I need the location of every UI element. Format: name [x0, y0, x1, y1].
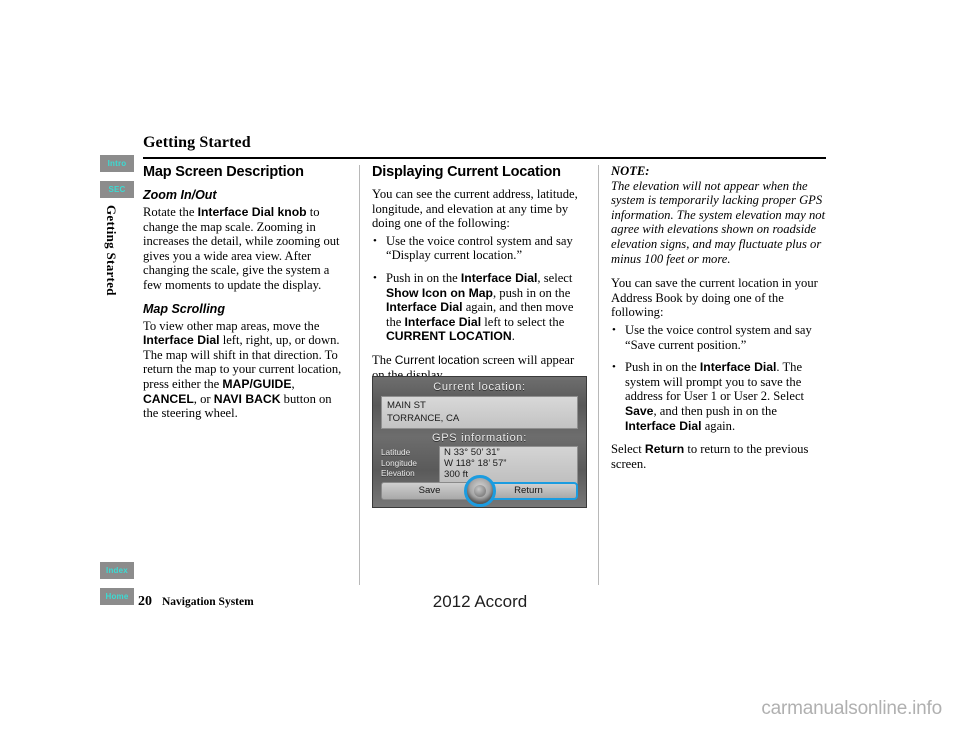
- paragraph-map-scrolling: To view other map areas, move the Interf…: [143, 319, 348, 421]
- term-interface-dial: Interface Dial: [699, 360, 777, 375]
- bullet2-pre: Push in on the: [386, 270, 461, 285]
- chapter-side-label-text: Getting Started: [104, 205, 119, 296]
- caption-screen-name: Current location: [394, 352, 480, 367]
- text-scroll-d: , or: [193, 391, 214, 406]
- section-heading-map-screen-description: Map Screen Description: [143, 164, 304, 180]
- column-divider-2: [598, 165, 599, 585]
- paragraph-save-location-intro: You can save the current location in you…: [611, 276, 818, 320]
- title-divider: [143, 157, 826, 159]
- sidebar-tab-sec[interactable]: SEC: [100, 181, 134, 198]
- list-item: Use the voice control system and say “Di…: [372, 234, 587, 263]
- term-interface-dial-2: Interface Dial: [625, 418, 702, 433]
- subheading-map-scrolling: Map Scrolling: [143, 301, 225, 316]
- paragraph-return-closing: Select Return to return to the previous …: [611, 442, 826, 471]
- sidebar-tab-index[interactable]: Index: [100, 562, 134, 579]
- navigation-screen-figure: Current location: MAIN ST TORRANCE, CA G…: [372, 376, 587, 508]
- closing-pre: Select: [611, 442, 645, 457]
- term-cancel: CANCEL: [143, 391, 194, 406]
- page-title: Getting Started: [143, 134, 251, 151]
- term-return: Return: [644, 442, 685, 457]
- term-interface-dial: Interface Dial: [143, 333, 220, 348]
- nav-gps-labels: Latitude Longitude Elevation: [381, 446, 439, 484]
- save-bullet2-pre: Push in on the: [625, 360, 700, 375]
- subheading-zoom-in-out: Zoom In/Out: [143, 188, 217, 202]
- bullet2-post: .: [511, 329, 515, 344]
- chapter-side-label: Getting Started: [100, 205, 122, 345]
- note-body: The elevation will not appear when the s…: [611, 178, 826, 266]
- bullet1-text: Use the voice control system and say “Di…: [386, 233, 573, 263]
- text-scroll-a: To view other map areas, move the: [143, 318, 320, 333]
- vehicle-model: 2012 Accord: [432, 592, 528, 611]
- site-watermark: carmanualsonline.info: [761, 698, 942, 719]
- nav-gps-values: N 33° 50’ 31” W 118° 18’ 57” 300 ft: [439, 446, 578, 484]
- text-scroll-c: ,: [291, 376, 295, 391]
- column-left: Map Screen Description Zoom In/Out Rotat…: [143, 164, 348, 430]
- list-current-location-methods: Use the voice control system and say “Di…: [372, 234, 587, 344]
- nav-screen-header: Current location:: [433, 381, 526, 393]
- interface-dial-icon[interactable]: [463, 475, 496, 507]
- term-interface-dial-3: Interface Dial: [404, 314, 482, 329]
- nav-address-line1: MAIN ST: [387, 400, 426, 411]
- term-interface-dial-2: Interface Dial: [386, 300, 463, 315]
- value-elevation: 300 ft: [444, 468, 469, 480]
- save-bullet2-mid2: , and then push in on the: [653, 403, 777, 418]
- column-middle: Displaying Current Location You can see …: [372, 164, 587, 391]
- term-map-guide: MAP/GUIDE: [222, 376, 292, 391]
- manual-page: Intro SEC Getting Started Index Home Get…: [0, 0, 960, 742]
- label-elevation: Elevation: [381, 469, 415, 479]
- side-tab-rail-top: Intro SEC: [100, 155, 136, 207]
- bullet2-mid1: , select: [537, 270, 573, 285]
- nav-address-field: MAIN ST TORRANCE, CA: [381, 396, 578, 429]
- save-bullet1-text: Use the voice control system and say “Sa…: [625, 322, 812, 352]
- bullet2-mid2: , push in on the: [492, 285, 571, 300]
- paragraph-current-location-intro: You can see the current address, latitud…: [372, 187, 578, 231]
- note-label: NOTE:: [611, 164, 650, 178]
- nav-gps-header: GPS information:: [432, 432, 527, 444]
- list-item: Use the voice control system and say “Sa…: [611, 323, 826, 352]
- term-current-location: CURRENT LOCATION: [386, 329, 512, 344]
- save-bullet2-post: again.: [701, 418, 736, 433]
- caption-pre: The: [372, 352, 395, 367]
- list-item: Push in on the Interface Dial. The syste…: [611, 360, 826, 433]
- list-save-location-methods: Use the voice control system and say “Sa…: [611, 323, 826, 433]
- section-heading-displaying-current-location: Displaying Current Location: [372, 164, 561, 180]
- term-navi-back: NAVI BACK: [213, 391, 281, 406]
- bullet2-mid4: left to select the: [481, 314, 565, 329]
- label-latitude: Latitude: [381, 448, 411, 457]
- term-interface-dial: Interface Dial: [460, 270, 538, 285]
- text-zoom-pre: Rotate the: [143, 205, 198, 219]
- term-interface-dial-knob: Interface Dial knob: [197, 205, 307, 219]
- list-item: Push in on the Interface Dial, select Sh…: [372, 271, 587, 344]
- term-save: Save: [625, 403, 654, 418]
- label-longitude: Longitude: [381, 458, 417, 468]
- paragraph-zoom-in-out: Rotate the Interface Dial knob to change…: [143, 205, 348, 293]
- term-show-icon-on-map: Show Icon on Map: [386, 285, 493, 300]
- nav-address-line2: TORRANCE, CA: [387, 412, 460, 424]
- sidebar-tab-intro[interactable]: Intro: [100, 155, 134, 172]
- column-right: NOTE: The elevation will not appear when…: [611, 164, 826, 480]
- column-divider-1: [359, 165, 360, 585]
- nav-button-row: Save Return: [381, 475, 578, 507]
